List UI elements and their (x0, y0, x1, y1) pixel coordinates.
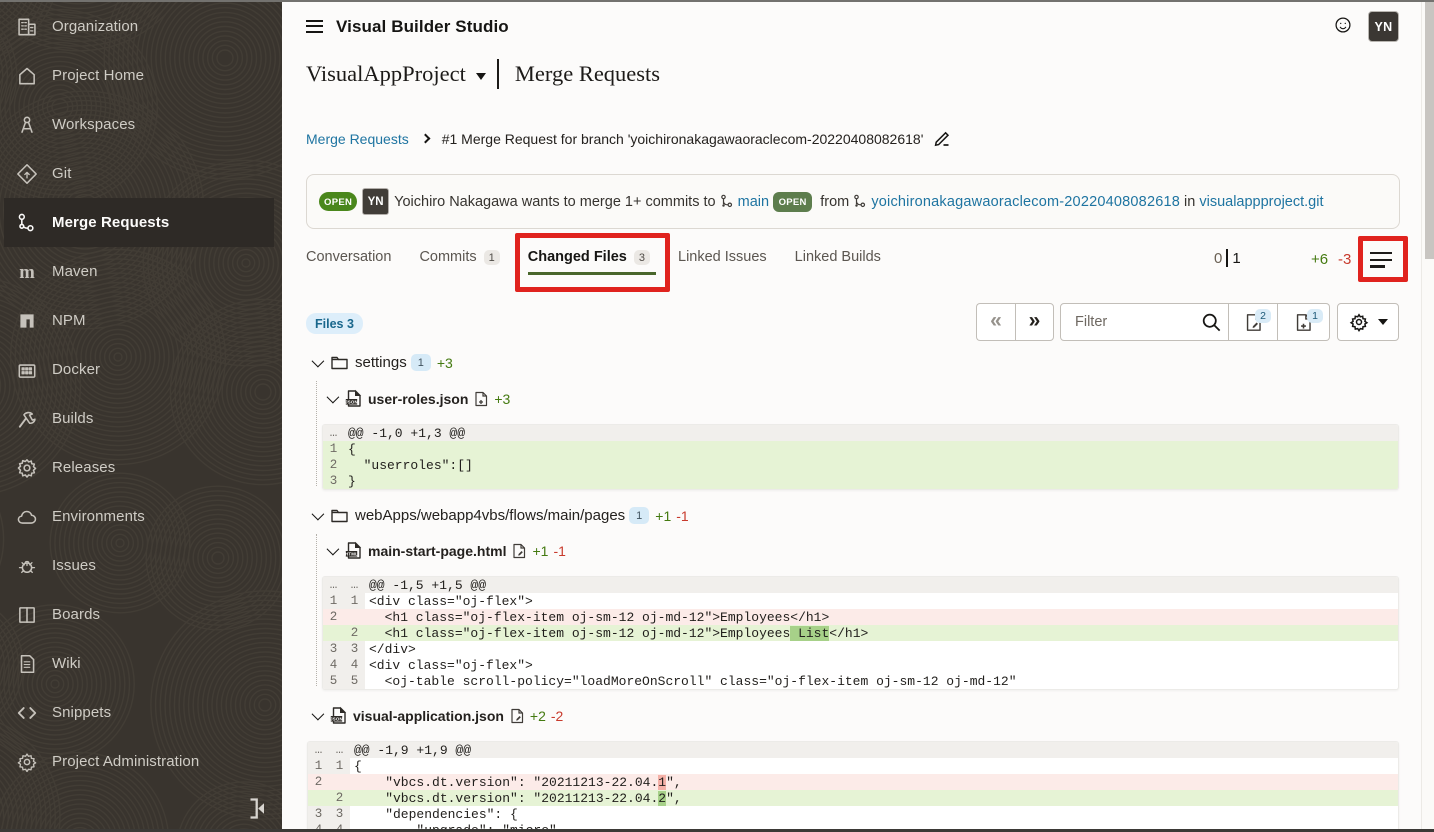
svg-text:JSON: JSON (330, 716, 343, 721)
svg-text:JSON: JSON (345, 399, 358, 404)
svg-text:HTML: HTML (345, 551, 358, 556)
svg-text:m: m (19, 262, 35, 283)
